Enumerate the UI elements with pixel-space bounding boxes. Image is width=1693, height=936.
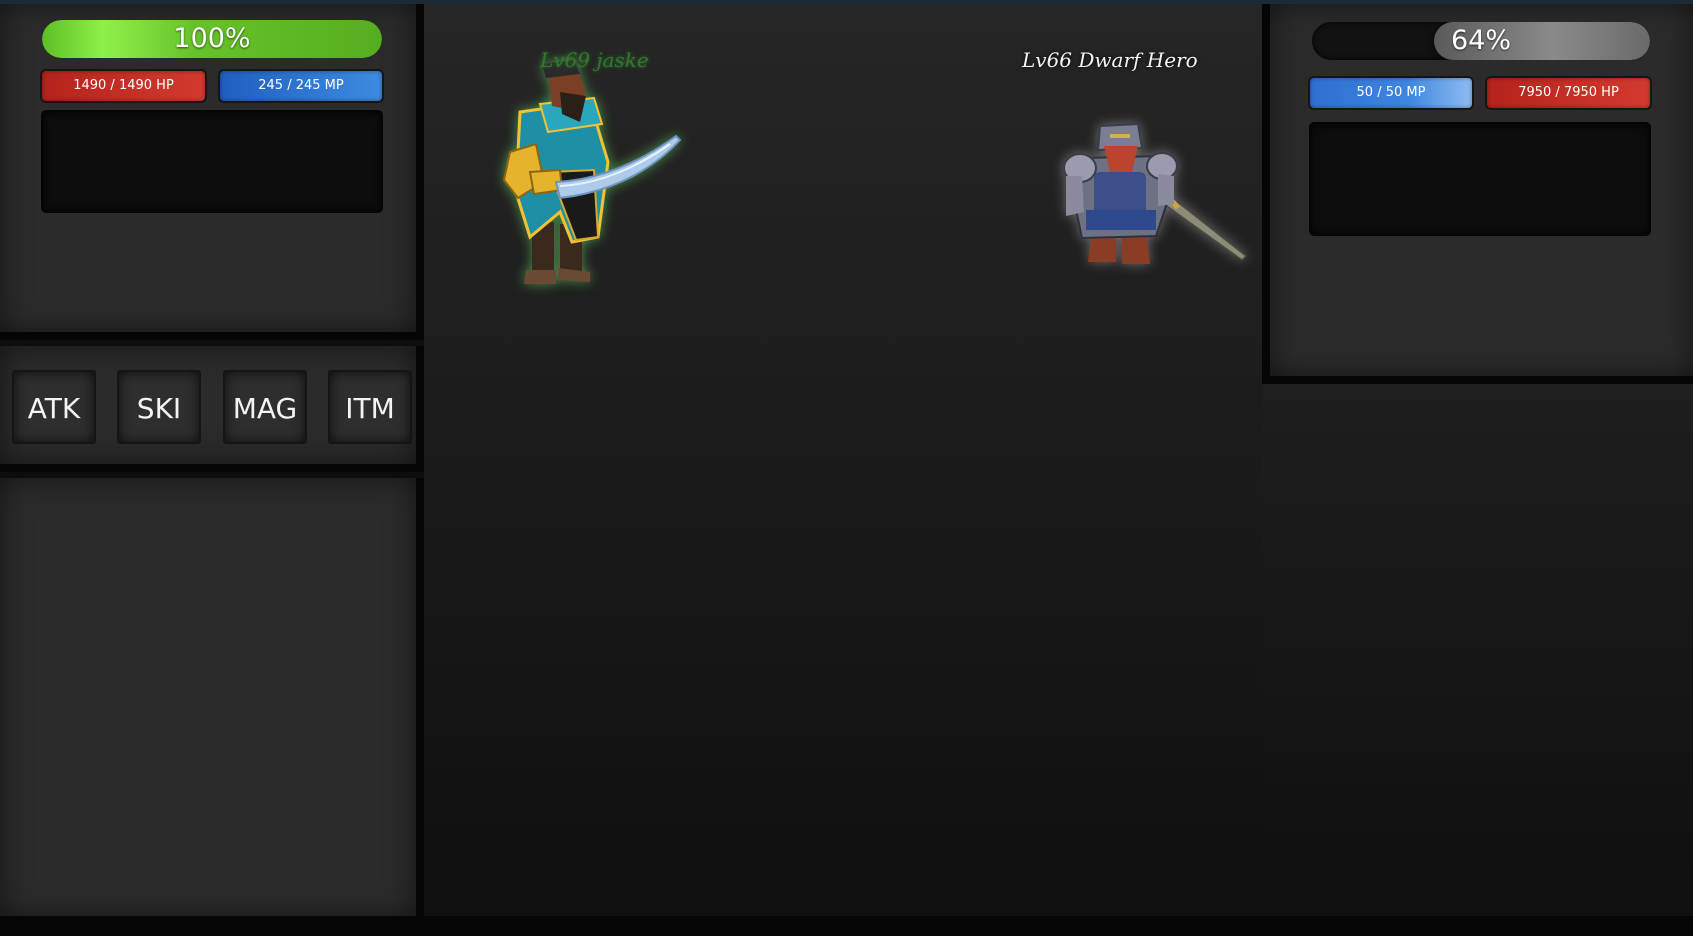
enemy-turn-gauge-label: 64% — [1450, 25, 1511, 56]
enemy-helmet-visor — [1110, 134, 1130, 138]
player-boot-right — [558, 268, 590, 282]
enemy-skirt — [1086, 210, 1156, 230]
arena-background — [1262, 384, 1693, 916]
item-button[interactable]: ITM — [328, 370, 412, 444]
enemy-arm-left — [1066, 176, 1084, 216]
player-character-sprite[interactable] — [490, 52, 690, 292]
enemy-tabard — [1094, 172, 1146, 216]
magic-button[interactable]: MAG — [223, 370, 307, 444]
enemy-hp-bar: 7950 / 7950 HP — [1487, 78, 1650, 108]
battle-log-panel — [0, 478, 424, 916]
player-boot-left — [524, 270, 556, 284]
player-turn-gauge-label: 100% — [173, 23, 251, 54]
attack-button[interactable]: ATK — [12, 370, 96, 444]
player-hp-bar: 1490 / 1490 HP — [42, 71, 205, 101]
enemy-turn-gauge: 64% — [1312, 22, 1650, 60]
player-name-label: Lv69 jaske — [540, 48, 649, 72]
player-mp-bar: 245 / 245 MP — [220, 71, 382, 101]
enemy-arm-right — [1158, 174, 1174, 206]
enemy-name-label: Lv66 Dwarf Hero — [1022, 48, 1198, 72]
skill-button[interactable]: SKI — [117, 370, 201, 444]
player-status-effects-box — [43, 112, 381, 211]
enemy-mp-bar: 50 / 50 MP — [1310, 78, 1472, 108]
bottom-bar — [0, 916, 1693, 936]
enemy-character-sprite[interactable] — [1060, 112, 1250, 282]
enemy-status-effects-box — [1311, 124, 1649, 234]
player-turn-gauge: 100% — [42, 20, 382, 58]
